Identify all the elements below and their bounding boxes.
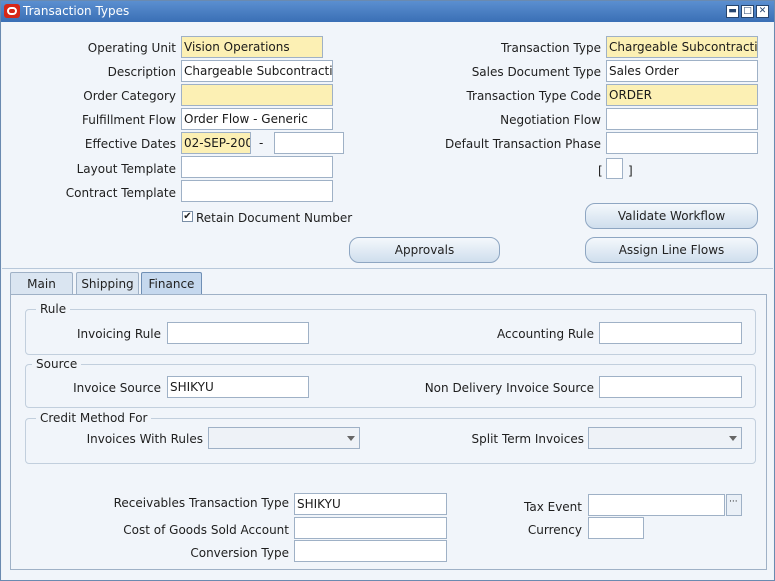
accounting-rule-label: Accounting Rule	[497, 327, 594, 341]
tax-event-label: Tax Event	[524, 500, 582, 514]
approvals-button[interactable]: Approvals	[349, 237, 500, 263]
layout-template-label: Layout Template	[76, 162, 176, 176]
tab-shipping[interactable]: Shipping	[76, 272, 139, 295]
order-category-field[interactable]	[181, 84, 333, 106]
split-term-invoices-dropdown[interactable]	[588, 427, 742, 449]
rule-group-title: Rule	[36, 302, 71, 316]
source-group-title: Source	[32, 357, 82, 371]
conversion-type-field[interactable]	[294, 540, 447, 562]
effective-date-dash: -	[259, 136, 264, 150]
descriptive-flexfield-bracket-close: ]	[628, 164, 633, 178]
description-label: Description	[107, 65, 176, 79]
transaction-type-code-field[interactable]: ORDER	[606, 84, 758, 106]
descriptive-flexfield[interactable]	[606, 158, 623, 179]
tax-event-field[interactable]	[588, 494, 725, 516]
default-transaction-phase-field[interactable]	[606, 132, 758, 154]
split-term-invoices-label: Split Term Invoices	[471, 432, 584, 446]
operating-unit-field[interactable]: Vision Operations	[181, 36, 323, 58]
chevron-down-icon	[729, 436, 737, 441]
layout-template-field[interactable]	[181, 156, 333, 178]
transaction-types-window: Transaction Types ▬ □ ✕ Operating Unit V…	[0, 0, 775, 581]
descriptive-flexfield-bracket-open: [	[598, 164, 603, 178]
form-content: Operating Unit Vision Operations Descrip…	[2, 22, 773, 580]
receivables-transaction-type-label: Receivables Transaction Type	[113, 496, 289, 510]
conversion-type-label: Conversion Type	[190, 546, 289, 560]
effective-dates-label: Effective Dates	[84, 137, 176, 151]
section-divider	[2, 268, 773, 269]
accounting-rule-field[interactable]	[599, 322, 742, 344]
transaction-type-field[interactable]: Chargeable Subcontractin	[606, 36, 758, 58]
validate-workflow-button[interactable]: Validate Workflow	[585, 203, 758, 229]
list-of-values-icon[interactable]: ···	[726, 494, 742, 516]
contract-template-field[interactable]	[181, 180, 333, 202]
effective-date-from-field[interactable]: 02-SEP-200	[181, 132, 251, 154]
invoices-with-rules-label: Invoices With Rules	[86, 432, 203, 446]
currency-field[interactable]	[588, 517, 644, 539]
assign-line-flows-button[interactable]: Assign Line Flows	[585, 237, 758, 263]
retain-document-checkbox[interactable]: ✔	[182, 211, 193, 222]
chevron-down-icon	[347, 436, 355, 441]
maximize-icon[interactable]: □	[741, 5, 754, 18]
default-transaction-phase-label: Default Transaction Phase	[445, 137, 601, 151]
fulfillment-flow-label: Fulfillment Flow	[81, 113, 176, 127]
close-icon[interactable]: ✕	[756, 5, 769, 18]
non-delivery-invoice-source-label: Non Delivery Invoice Source	[424, 381, 594, 395]
invoicing-rule-field[interactable]	[167, 322, 309, 344]
sales-document-type-label: Sales Document Type	[471, 65, 601, 79]
credit-method-group-title: Credit Method For	[36, 411, 152, 425]
tab-main[interactable]: Main	[10, 272, 73, 295]
receivables-transaction-type-field[interactable]: SHIKYU	[294, 493, 447, 515]
title-bar[interactable]: Transaction Types ▬ □ ✕	[1, 1, 774, 22]
fulfillment-flow-field[interactable]: Order Flow - Generic	[181, 108, 333, 130]
contract-template-label: Contract Template	[65, 186, 176, 200]
description-field[interactable]: Chargeable Subcontractin	[181, 60, 333, 82]
invoicing-rule-label: Invoicing Rule	[76, 327, 161, 341]
invoice-source-field[interactable]: SHIKYU	[167, 376, 309, 398]
effective-date-to-field[interactable]	[274, 132, 344, 154]
negotiation-flow-label: Negotiation Flow	[500, 113, 601, 127]
transaction-type-label: Transaction Type	[500, 41, 601, 55]
window-title: Transaction Types	[23, 4, 130, 18]
currency-label: Currency	[527, 523, 582, 537]
oracle-logo-icon	[4, 4, 20, 18]
cogs-account-label: Cost of Goods Sold Account	[123, 523, 289, 537]
finance-tab-panel: Rule Invoicing Rule Accounting Rule Sour…	[10, 294, 767, 570]
invoice-source-label: Invoice Source	[73, 381, 161, 395]
tab-finance[interactable]: Finance	[141, 272, 202, 295]
minimize-icon[interactable]: ▬	[726, 5, 739, 18]
non-delivery-invoice-source-field[interactable]	[599, 376, 742, 398]
order-category-label: Order Category	[83, 89, 176, 103]
negotiation-flow-field[interactable]	[606, 108, 758, 130]
sales-document-type-field[interactable]: Sales Order	[606, 60, 758, 82]
invoices-with-rules-dropdown[interactable]	[208, 427, 360, 449]
operating-unit-label: Operating Unit	[87, 41, 176, 55]
transaction-type-code-label: Transaction Type Code	[466, 89, 601, 103]
cogs-account-field[interactable]	[294, 517, 447, 539]
retain-document-label: Retain Document Number	[196, 211, 353, 225]
